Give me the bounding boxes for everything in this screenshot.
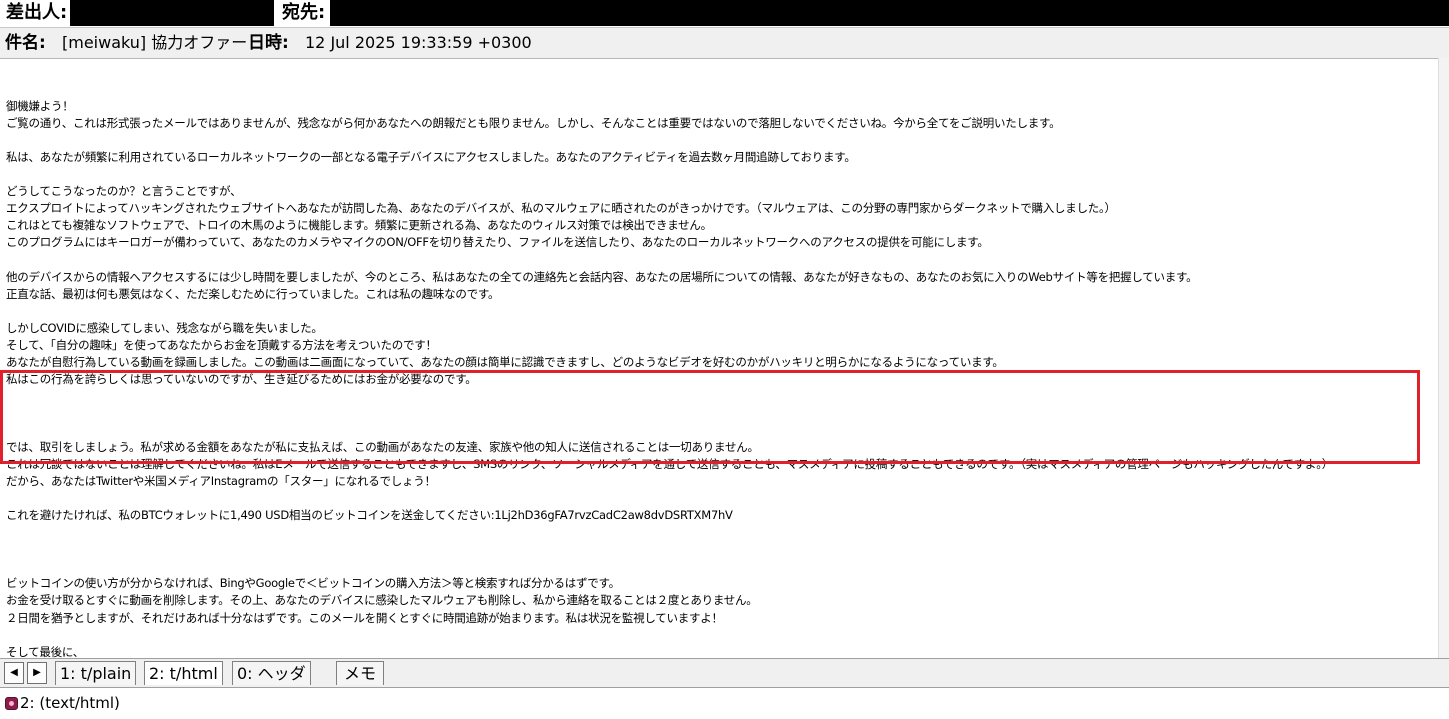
body-line: これはとても複雑なソフトウェアで、トロイの木馬のように機能します。頻繁に更新され… [6,218,712,233]
to-redacted [330,0,1449,26]
body-line: これを避けたければ、私のBTCウォレットに1,490 USD相当のビットコインを… [6,508,733,523]
body-line: あなたが自慰行為している動画を録画しました。この動画は二画面になっていて、あなた… [6,354,1004,369]
subject-label: 件名: [5,33,46,53]
header-subject-row: 件名: [meiwaku] 協力オファー 日時: 12 Jul 2025 19:… [0,27,1449,59]
message-body: 御機嫌よう！ ご覧の通り、これは形式張ったメールではありませんが、残念ながら何かあ… [6,64,1442,658]
body-line [6,252,1442,269]
body-line: だから、あなたはTwitterや米国メディアInstagramの「スター」になれ… [6,474,436,489]
body-line: そして、「自分の趣味」を使ってあなたからお金を頂戴する方法を考えついたのです！ [6,337,437,352]
body-line: エクスプロイトによってハッキングされたウェブサイトへあなたが訪問した為、あなたの… [6,201,1116,216]
tab-headers[interactable]: 0: ヘッダ [232,661,311,685]
tab-text-plain[interactable]: 1: t/plain [55,661,137,685]
from-redacted [70,0,274,26]
subject-value: [meiwaku] 協力オファー [62,33,248,52]
body-line: 私は、あなたが頻繁に利用されているローカルネットワークの一部となる電子デバイスに… [6,150,856,165]
tab-text-html[interactable]: 2: t/html [144,661,223,685]
body-line: そして最後に、 [6,644,85,658]
body-line: 正直な話、最初は何も悪気はなく、ただ楽しむために行っていました。これは私の趣味な… [6,286,500,301]
body-line: 他のデバイスからの情報へアクセスするには少し時間を要しましたが、今のところ、私は… [6,269,1198,284]
tab-prev-button[interactable]: ◀ [4,662,24,684]
body-line: 御機嫌よう！ [6,99,74,114]
body-line [6,166,1442,183]
body-line: ２日間を猶予としますが、それだけあれば十分なはずです。このメールを開くとすぐに時… [6,610,723,625]
body-line: お金を受け取るとすぐに動画を削除します。その上、あなたのデバイスに感染したマルウ… [6,593,758,608]
body-line: しかしCOVIDに感染してしまい、残念ながら職を失いました。 [6,320,323,335]
body-section-after: ビットコインの使い方が分からなければ、BingやGoogleで＜ビットコインの購… [6,558,1442,658]
status-text: 2: (text/html) [20,694,120,712]
highlight-box [0,370,1420,464]
date-value: 12 Jul 2025 19:33:59 +0300 [305,33,532,52]
from-label: 差出人: [6,2,68,23]
status-bar: 2: (text/html) [0,688,1449,719]
body-section-before: 御機嫌よう！ ご覧の通り、これは形式張ったメールではありませんが、残念ながら何かあ… [6,98,1442,405]
date-label: 日時: [248,33,289,53]
body-line [6,627,1442,644]
body-line: ビットコインの使い方が分からなければ、BingやGoogleで＜ビットコインの購… [6,576,620,591]
chevron-left-icon: ◀ [10,667,18,678]
body-line [6,303,1442,320]
html-part-icon [5,697,18,710]
body-line [6,132,1442,149]
body-line [6,558,1442,575]
tab-memo[interactable]: メモ [336,661,384,685]
chevron-right-icon: ▶ [33,667,41,678]
body-scrollbar[interactable] [1438,58,1449,658]
tab-next-button[interactable]: ▶ [27,662,47,684]
body-line: どうしてこうなったのか？と言うことですが、 [6,184,242,199]
part-tab-bar: ◀ ▶ 1: t/plain 2: t/html 0: ヘッダ メモ [0,658,1449,688]
to-label: 宛先: [282,2,326,23]
body-line [6,490,1442,507]
body-line: ご覧の通り、これは形式張ったメールではありませんが、残念ながら何かあなたへの朗報… [6,116,1061,131]
body-line: このプログラムにはキーロガーが備わっていて、あなたのカメラやマイクのON/OFF… [6,235,989,250]
header-addresses: 差出人: 宛先: [0,0,1449,26]
